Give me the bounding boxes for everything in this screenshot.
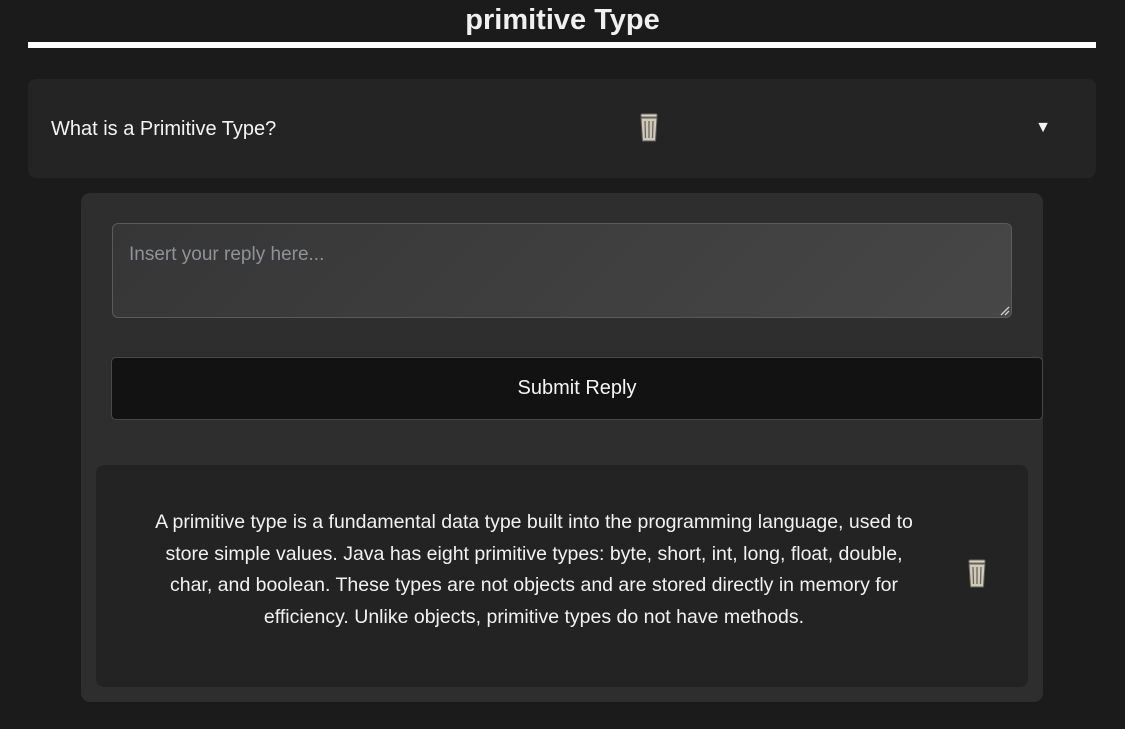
expand-toggle-icon[interactable]: ▼ bbox=[1034, 117, 1052, 139]
reply-panel: Submit Reply A primitive type is a funda… bbox=[81, 193, 1043, 702]
title-divider bbox=[28, 42, 1096, 48]
question-card[interactable]: What is a Primitive Type? ▼ bbox=[28, 79, 1096, 178]
submit-reply-button[interactable]: Submit Reply bbox=[111, 357, 1043, 420]
reply-text: A primitive type is a fundamental data t… bbox=[155, 511, 913, 628]
delete-question-button[interactable] bbox=[638, 113, 660, 143]
page: primitive Type What is a Primitive Type?… bbox=[0, 0, 1125, 729]
resize-handle-icon[interactable] bbox=[998, 304, 1010, 316]
trash-icon bbox=[640, 113, 658, 142]
delete-reply-button[interactable] bbox=[966, 559, 988, 589]
page-title: primitive Type bbox=[465, 4, 660, 36]
question-title: What is a Primitive Type? bbox=[51, 118, 277, 140]
reply-card: A primitive type is a fundamental data t… bbox=[96, 465, 1028, 687]
reply-input[interactable] bbox=[112, 223, 1012, 318]
trash-icon bbox=[968, 559, 986, 588]
